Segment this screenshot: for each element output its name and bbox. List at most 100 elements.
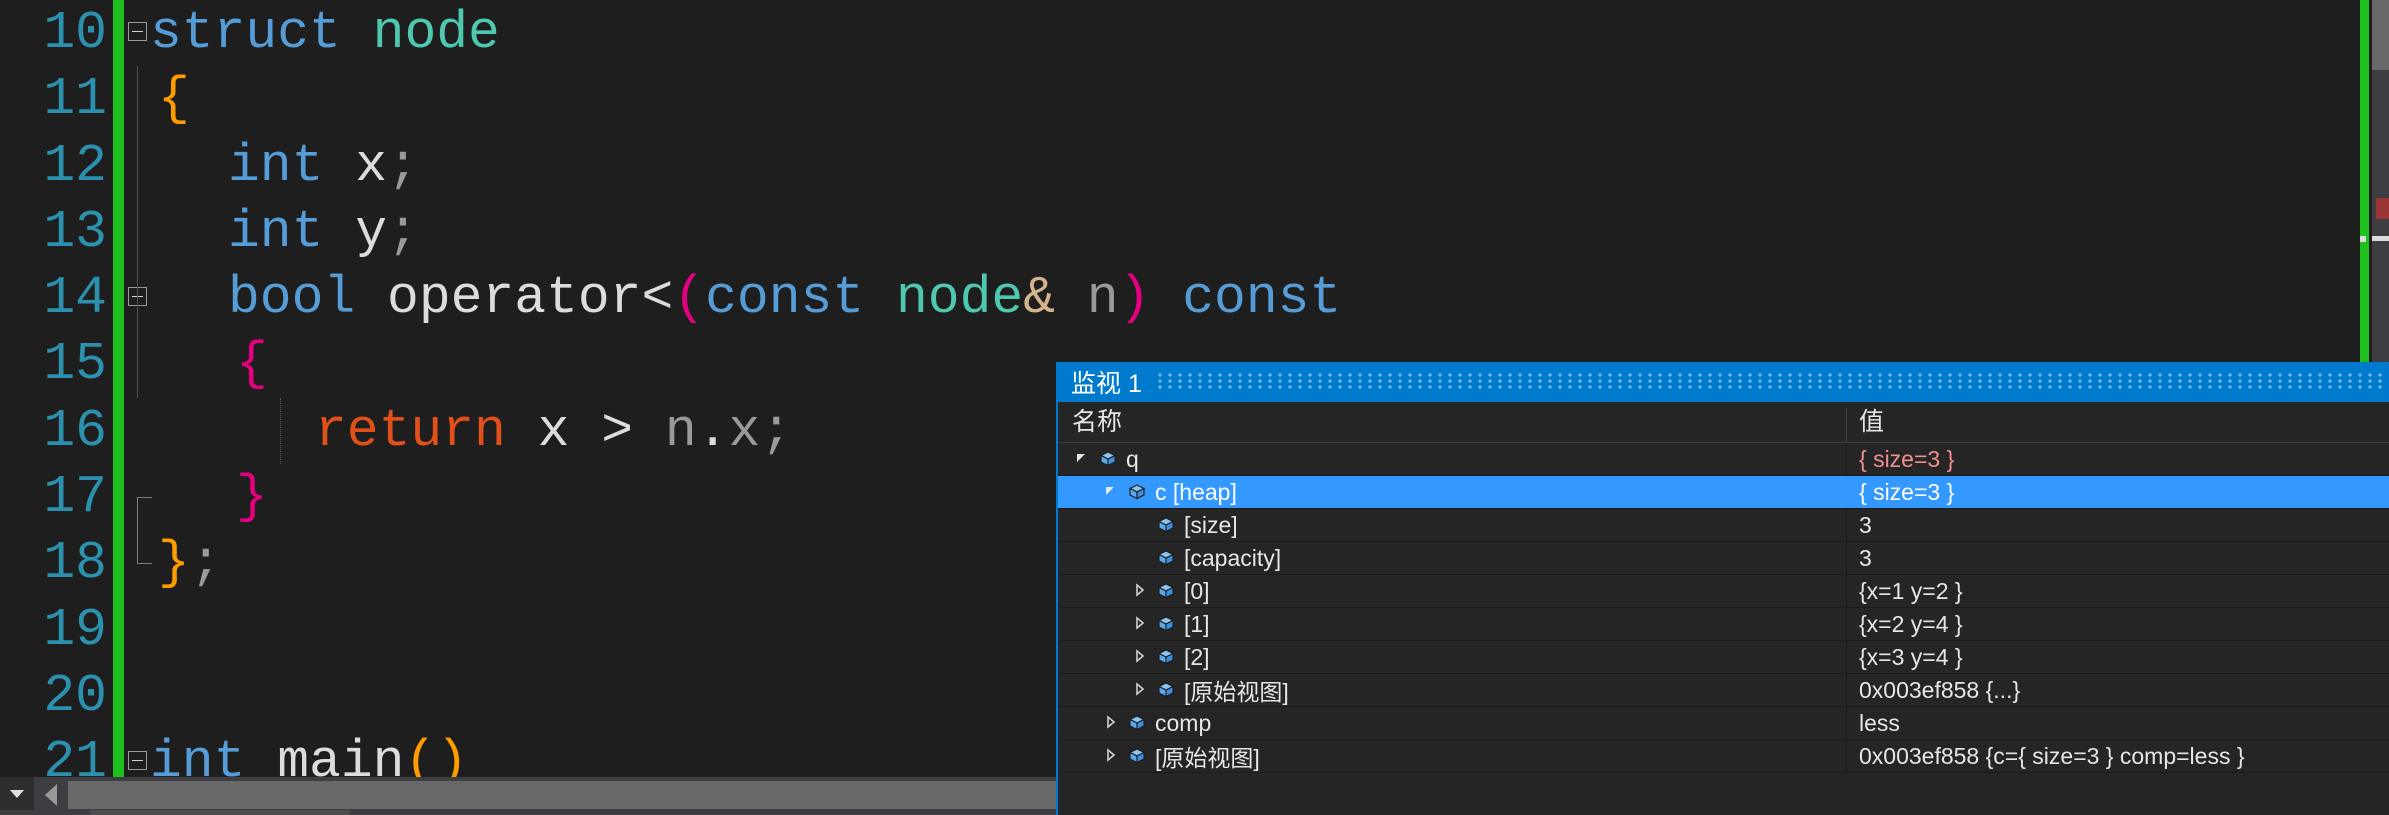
vertical-scrollbar-thumb[interactable] bbox=[2372, 0, 2389, 70]
line-number: 20 bbox=[43, 665, 107, 726]
watch-variable-value[interactable]: {x=3 y=4 } bbox=[1847, 641, 1963, 673]
watch-row-name-cell[interactable]: comp bbox=[1058, 707, 1846, 739]
triangle-down-icon[interactable] bbox=[1074, 450, 1092, 468]
watch-variable-value[interactable]: {x=2 y=4 } bbox=[1847, 608, 1963, 640]
watch-row[interactable]: [2] {x=3 y=4 } bbox=[1058, 641, 2389, 674]
indent-guide bbox=[137, 497, 152, 532]
code-token: int bbox=[228, 201, 324, 262]
expander-placeholder bbox=[1132, 549, 1150, 567]
triangle-right-icon[interactable] bbox=[1103, 714, 1121, 732]
triangle-right-icon[interactable] bbox=[1132, 615, 1150, 633]
line-number: 15 bbox=[43, 334, 107, 395]
watch-row-name-cell[interactable]: [size] bbox=[1058, 509, 1846, 541]
scrollbar-dropdown-button[interactable] bbox=[0, 777, 34, 810]
watch-variable-name: comp bbox=[1155, 709, 1212, 736]
collapse-region-icon[interactable] bbox=[128, 751, 147, 771]
code-line[interactable]: 11 { bbox=[0, 66, 2389, 133]
code-token: y bbox=[323, 201, 388, 262]
watch-row[interactable]: [capacity] 3 bbox=[1058, 542, 2389, 575]
watch-variable-value[interactable]: 0x003ef858 {c={ size=3 } comp=less } bbox=[1847, 740, 2245, 772]
watch-variable-value[interactable]: { size=3 } bbox=[1847, 476, 1954, 508]
watch-variable-value[interactable]: 3 bbox=[1847, 509, 1872, 541]
watch-row[interactable]: [0] {x=1 y=2 } bbox=[1058, 575, 2389, 608]
code-token: ; bbox=[760, 400, 793, 461]
triangle-right-icon[interactable] bbox=[1103, 747, 1121, 765]
code-line[interactable]: 13 int y; bbox=[0, 198, 2389, 266]
watch-row-name-cell[interactable]: c [heap] bbox=[1058, 476, 1846, 508]
code-line-text: int x; bbox=[228, 133, 419, 199]
triangle-right-icon[interactable] bbox=[1132, 582, 1150, 600]
code-token: x bbox=[728, 400, 761, 461]
watch-variable-value[interactable]: 3 bbox=[1847, 542, 1872, 574]
code-token: } bbox=[158, 533, 190, 594]
titlebar-grip[interactable] bbox=[1157, 373, 2383, 391]
watch-column-headers: 名称 值 bbox=[1058, 402, 2389, 443]
watch-row-name-cell[interactable]: [原始视图] bbox=[1058, 674, 1846, 706]
triangle-right-icon[interactable] bbox=[1132, 681, 1150, 699]
code-line[interactable]: 12 int x; bbox=[0, 132, 2389, 199]
cube-icon bbox=[1156, 614, 1176, 634]
watch-window[interactable]: 监视 1 名称 值 q{ size=3 } c [heap]{ size=3 }[… bbox=[1056, 362, 2389, 815]
minimap-caret-marker bbox=[2372, 236, 2389, 241]
watch-row-name-cell[interactable]: [2] bbox=[1058, 641, 1846, 673]
code-token: const bbox=[1182, 268, 1342, 329]
code-token: ) bbox=[1118, 268, 1151, 329]
watch-variable-value[interactable]: less bbox=[1847, 707, 1900, 739]
indent-guide bbox=[137, 530, 152, 565]
code-token: ( bbox=[673, 268, 706, 329]
triangle-right-icon[interactable] bbox=[1132, 648, 1150, 666]
collapse-region-icon[interactable] bbox=[128, 22, 147, 41]
code-line[interactable]: 10 struct node bbox=[0, 0, 2389, 67]
watch-tree[interactable]: q{ size=3 } c [heap]{ size=3 } [size] 3 [cap… bbox=[1058, 443, 2389, 815]
watch-row-name-cell[interactable]: [capacity] bbox=[1058, 542, 1846, 574]
line-number: 13 bbox=[43, 201, 107, 262]
minimap-error-marker[interactable] bbox=[2376, 198, 2389, 219]
watch-row[interactable]: [原始视图] 0x003ef858 {c={ size=3 } comp=less… bbox=[1058, 740, 2389, 773]
line-number: 14 bbox=[43, 268, 107, 329]
code-token: int bbox=[228, 135, 324, 196]
watch-row-name-cell[interactable]: [0] bbox=[1058, 575, 1846, 607]
horizontal-scrollbar[interactable] bbox=[0, 777, 1080, 815]
change-indicator-bar bbox=[113, 198, 124, 266]
watch-row[interactable]: comp less bbox=[1058, 707, 2389, 740]
column-header-name[interactable]: 名称 bbox=[1072, 402, 1122, 442]
watch-row-name-cell[interactable]: q bbox=[1058, 443, 1846, 475]
horizontal-scrollbar-thumb[interactable] bbox=[68, 781, 1068, 809]
visual-studio-debug-window: 10 struct node 11 {12 int x; 13 int y; 14 bool o… bbox=[0, 0, 2389, 815]
watch-variable-name: [capacity] bbox=[1184, 544, 1282, 571]
watch-variable-value[interactable]: { size=3 } bbox=[1847, 443, 1954, 475]
watch-variable-value[interactable]: {x=1 y=2 } bbox=[1847, 575, 1963, 607]
code-token: n bbox=[664, 400, 697, 461]
watch-row[interactable]: [1] {x=2 y=4 } bbox=[1058, 608, 2389, 641]
watch-row[interactable]: c [heap] { size=3 } bbox=[1058, 476, 2389, 509]
column-separator[interactable] bbox=[1846, 408, 1847, 442]
line-number: 16 bbox=[43, 400, 107, 461]
code-line[interactable]: 14 bool operator<(const node& n) const bbox=[0, 265, 2389, 332]
code-token: () bbox=[404, 732, 469, 777]
watch-variable-name: [0] bbox=[1184, 577, 1210, 604]
watch-variable-value[interactable]: 0x003ef858 {...} bbox=[1847, 674, 2020, 706]
watch-row[interactable]: q { size=3 } bbox=[1058, 443, 2389, 476]
change-indicator-bar bbox=[113, 662, 124, 730]
cube-icon bbox=[1156, 647, 1176, 667]
watch-row-name-cell[interactable]: [1] bbox=[1058, 608, 1846, 640]
change-indicator-bar bbox=[113, 265, 124, 332]
code-token: struct bbox=[150, 3, 373, 63]
watch-window-titlebar[interactable]: 监视 1 bbox=[1058, 362, 2389, 402]
line-number: 17 bbox=[43, 467, 107, 528]
code-line-text: struct node bbox=[150, 0, 500, 66]
line-number: 19 bbox=[43, 599, 107, 660]
change-indicator-bar bbox=[113, 66, 124, 133]
column-header-value[interactable]: 值 bbox=[1859, 402, 1884, 442]
scrollbar-left-arrow-button[interactable] bbox=[38, 781, 63, 809]
code-line-text: { bbox=[236, 331, 268, 397]
code-line-text: int main() bbox=[150, 729, 468, 777]
watch-row[interactable]: [size] 3 bbox=[1058, 509, 2389, 542]
watch-variable-name: [原始视图] bbox=[1184, 679, 1289, 705]
code-token: } bbox=[236, 467, 268, 528]
watch-row[interactable]: [原始视图] 0x003ef858 {...} bbox=[1058, 674, 2389, 707]
indent-guide bbox=[137, 66, 138, 133]
watch-row-name-cell[interactable]: [原始视图] bbox=[1058, 740, 1846, 772]
line-number: 18 bbox=[43, 533, 107, 594]
triangle-down-icon[interactable] bbox=[1103, 483, 1121, 501]
